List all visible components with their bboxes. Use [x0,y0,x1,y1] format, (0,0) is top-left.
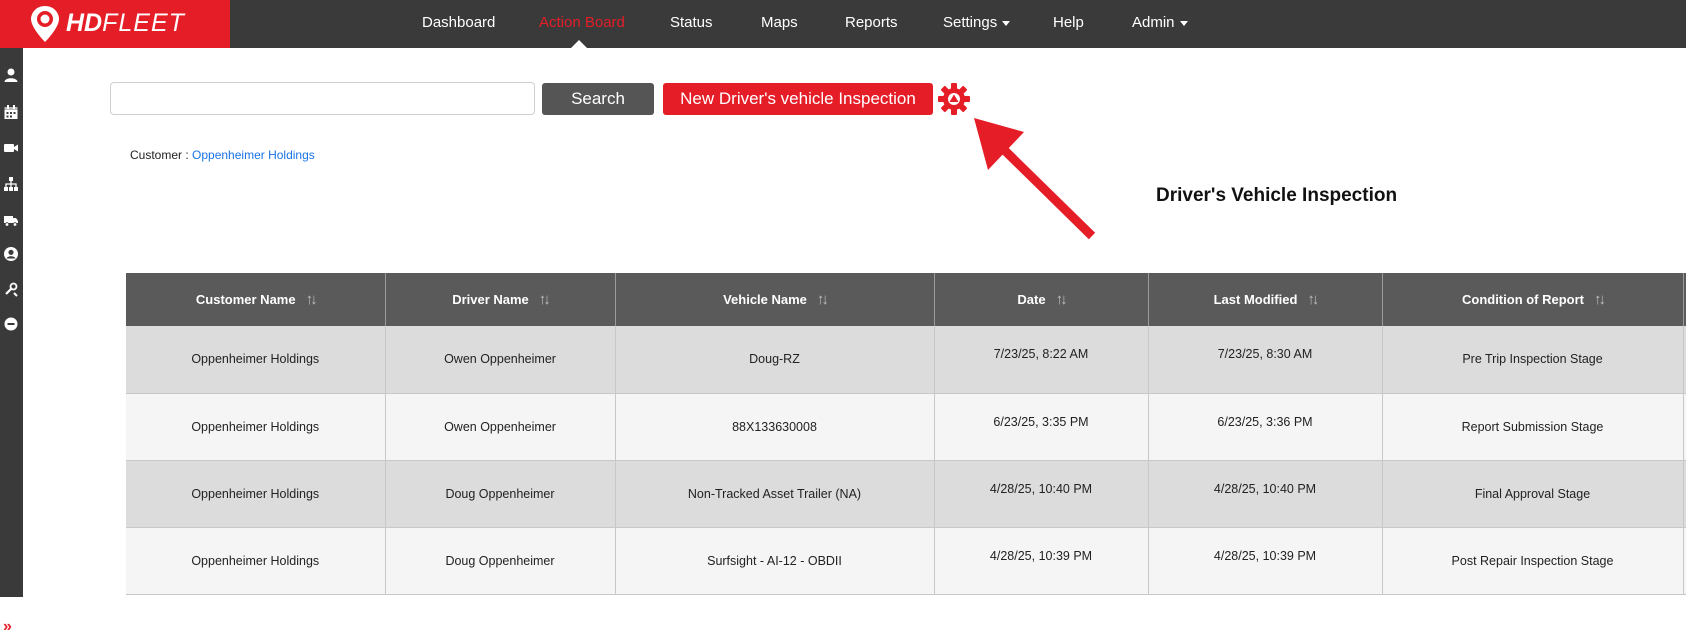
nav-settings-label: Settings [943,14,998,31]
cell-customer: Oppenheimer Holdings [126,393,386,461]
cell-vehicle: Doug-RZ [615,326,935,394]
header-label: Date [1017,292,1046,307]
cell-driver: Owen Oppenheimer [385,326,616,394]
col-customer-name[interactable]: Customer Name ↑↓ [126,273,386,326]
nav-reports[interactable]: Reports [845,14,898,31]
cell-customer: Oppenheimer Holdings [126,527,386,595]
cell-vehicle: Surfsight - AI-12 - OBDII [615,527,935,595]
cell-date: 4/28/25, 10:40 PM [934,460,1149,528]
annotation-arrow [974,118,1096,240]
nav-help[interactable]: Help [1053,14,1084,31]
brand-logo[interactable]: HDFLEET [0,0,230,48]
header-label: Driver Name [452,292,529,307]
sort-icon[interactable]: ↑↓ [1594,291,1606,308]
cell-condition: Post Repair Inspection Stage [1382,527,1684,595]
caret-down-icon [1179,20,1188,26]
header-label: Condition of Report [1461,292,1585,307]
cell-vehicle: 88X133630008 [615,393,935,461]
cell-condition: Final Approval Stage [1382,460,1684,528]
header-label: Last Modified [1213,292,1298,307]
user-circle-icon[interactable] [3,246,19,262]
double-chevron-right-icon[interactable]: » [3,618,12,636]
header-label: Customer Name [195,292,296,307]
sort-icon[interactable]: ↑↓ [306,291,318,308]
cell-driver: Doug Oppenheimer [385,527,616,595]
nav-status[interactable]: Status [670,14,713,31]
cell-driver: Doug Oppenheimer [385,460,616,528]
nav-admin[interactable]: Admin [1132,14,1188,31]
cell-condition: Report Submission Stage [1382,393,1684,461]
logo-text: HDFLEET [66,9,185,37]
cell-last-modified: 7/23/25, 8:30 AM [1148,326,1383,394]
minus-circle-icon[interactable] [3,316,19,332]
new-inspection-button[interactable]: New Driver's vehicle Inspection [663,83,933,115]
cell-date: 6/23/25, 3:35 PM [934,393,1149,461]
user-icon[interactable] [3,67,19,83]
nav-dashboard[interactable]: Dashboard [422,14,495,31]
search-button[interactable]: Search [542,83,654,115]
truck-icon[interactable] [3,212,19,228]
cell-date: 4/28/25, 10:39 PM [934,527,1149,595]
cell-last-modified: 6/23/25, 3:36 PM [1148,393,1383,461]
annotation-label: Driver's Vehicle Inspection [1156,185,1398,206]
cell-driver: Owen Oppenheimer [385,393,616,461]
active-nav-pointer [571,40,587,48]
table-row[interactable]: Oppenheimer Holdings Owen Oppenheimer Do… [126,326,1686,394]
calendar-icon[interactable] [3,104,19,120]
left-rail: » [0,48,23,635]
nav-settings[interactable]: Settings [943,14,1011,31]
cell-customer: Oppenheimer Holdings [126,460,386,528]
tools-icon[interactable] [3,281,19,297]
location-pin-icon [31,6,59,42]
inspection-table: Customer Name ↑↓ Driver Name ↑↓ Vehicle Na… [126,273,1686,597]
header-label: Vehicle Name [723,292,807,307]
cell-condition: Pre Trip Inspection Stage [1382,326,1684,394]
nav-admin-label: Admin [1132,14,1175,31]
sort-icon[interactable]: ↑↓ [817,291,829,308]
sort-icon[interactable]: ↑↓ [539,291,551,308]
sort-icon[interactable]: ↑↓ [1307,291,1319,308]
cell-last-modified: 4/28/25, 10:40 PM [1148,460,1383,528]
customer-filter: Customer : Oppenheimer Holdings [130,148,315,162]
table-row[interactable]: Oppenheimer Holdings Doug Oppenheimer No… [126,460,1686,528]
video-icon[interactable] [3,140,19,156]
col-driver-name[interactable]: Driver Name ↑↓ [385,273,616,326]
table-row[interactable]: Oppenheimer Holdings Doug Oppenheimer Su… [126,527,1686,595]
col-vehicle-name[interactable]: Vehicle Name ↑↓ [615,273,935,326]
table-row[interactable]: Oppenheimer Holdings Owen Oppenheimer 88… [126,393,1686,461]
col-condition-of-report[interactable]: Condition of Report ↑↓ [1382,273,1684,326]
table-header-row: Customer Name ↑↓ Driver Name ↑↓ Vehicle Na… [126,273,1686,326]
caret-down-icon [1002,20,1011,26]
col-last-modified[interactable]: Last Modified ↑↓ [1148,273,1383,326]
nav-action-board[interactable]: Action Board [539,14,625,31]
search-input[interactable] [110,82,535,115]
cell-date: 7/23/25, 8:22 AM [934,326,1149,394]
customer-link[interactable]: Oppenheimer Holdings [192,148,315,162]
nav-maps[interactable]: Maps [761,14,798,31]
sort-icon[interactable]: ↑↓ [1056,291,1068,308]
cell-last-modified: 4/28/25, 10:39 PM [1148,527,1383,595]
sitemap-icon[interactable] [3,176,19,192]
cell-customer: Oppenheimer Holdings [126,326,386,394]
top-bar: HDFLEET Dashboard Action Board Status Ma… [0,0,1686,48]
col-date[interactable]: Date ↑↓ [934,273,1149,326]
customer-prefix: Customer : [130,148,189,162]
cell-vehicle: Non-Tracked Asset Trailer (NA) [615,460,935,528]
